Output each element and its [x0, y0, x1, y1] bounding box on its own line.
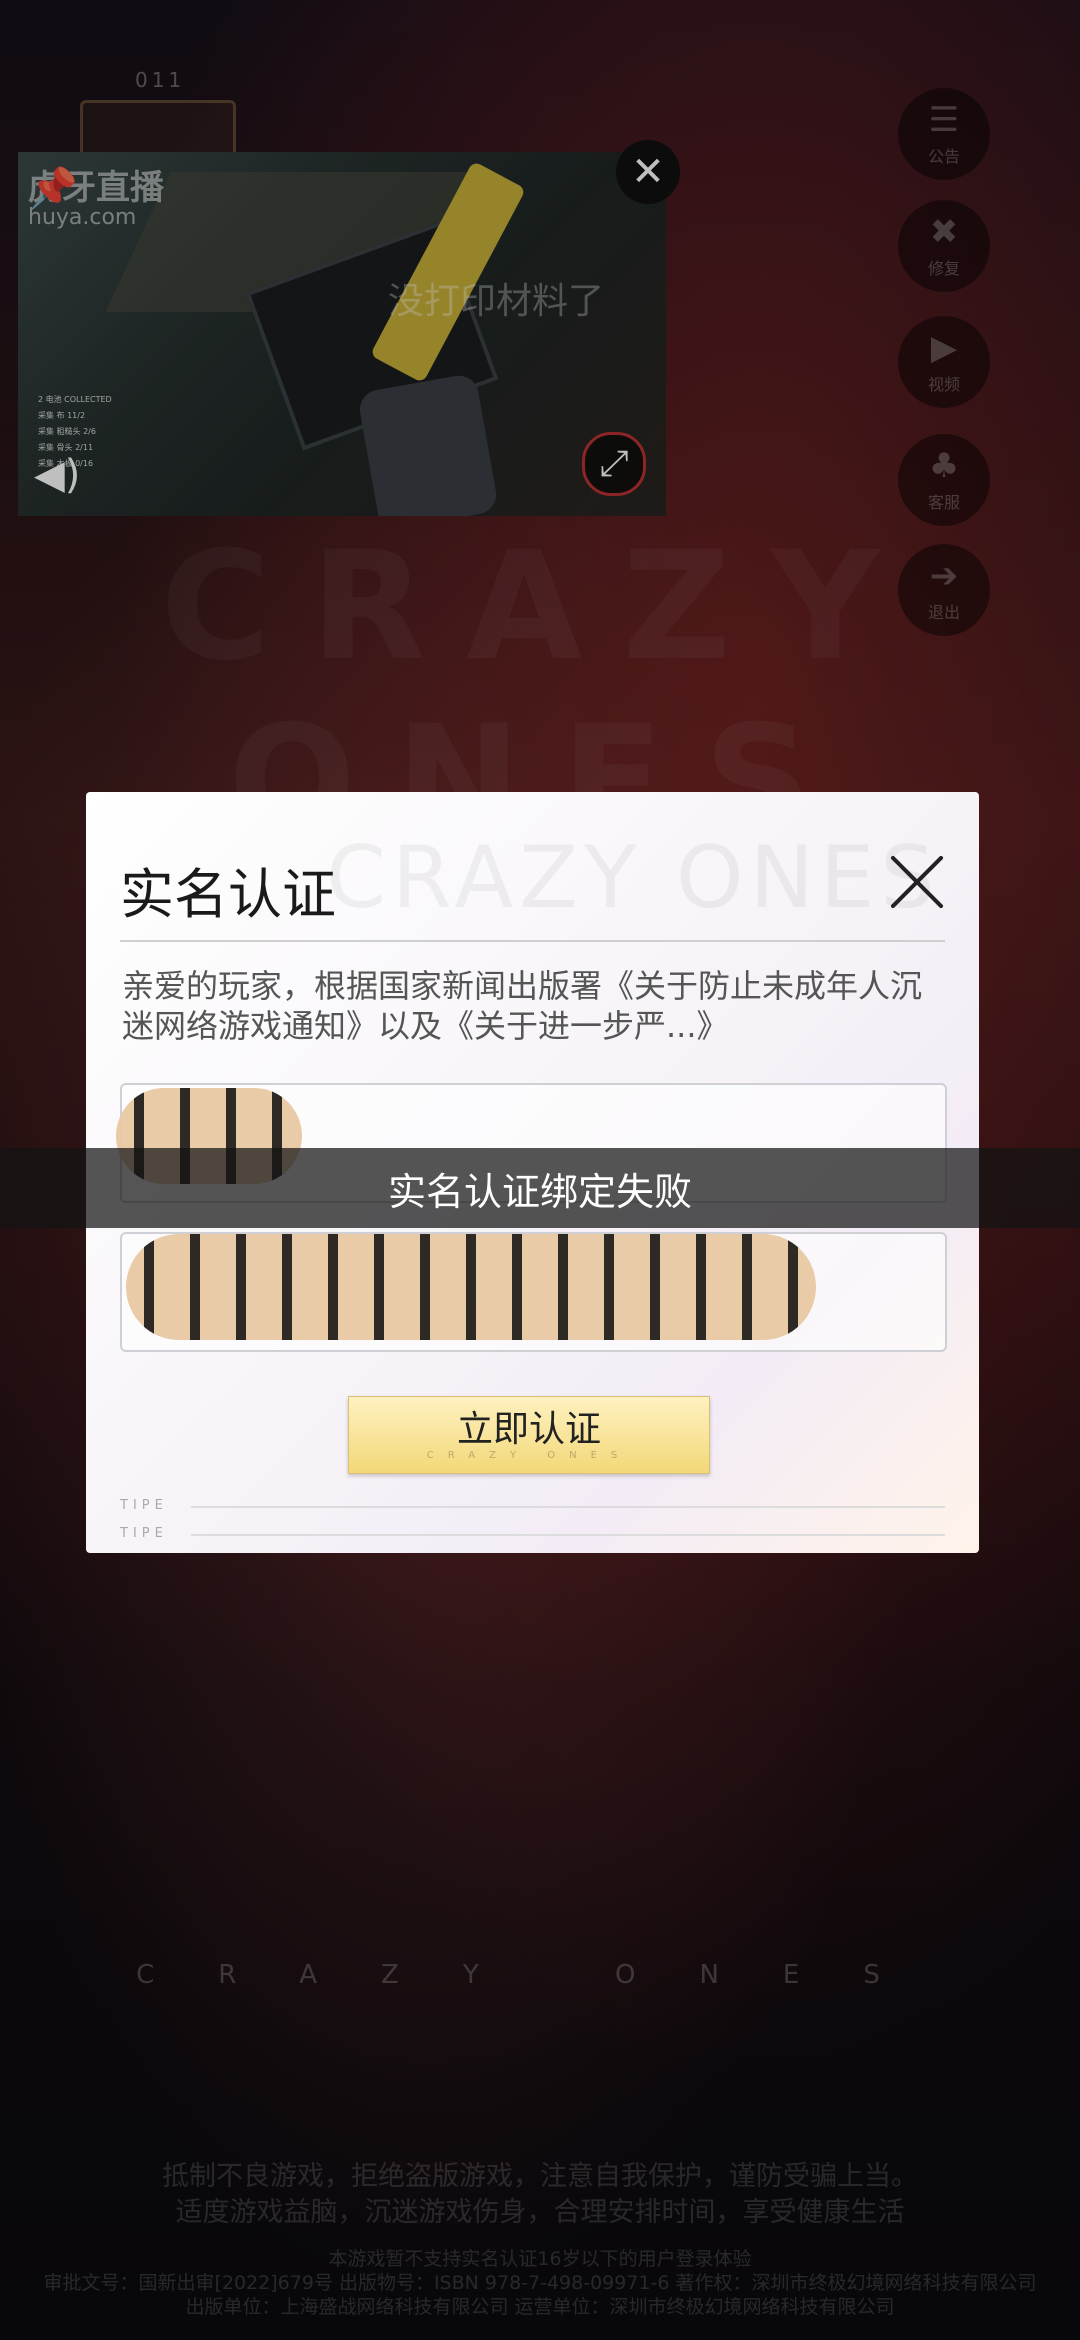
error-toast: 实名认证绑定失败 [0, 1148, 1080, 1228]
submit-verify-button[interactable]: 立即认证 CRAZY ONES [348, 1396, 710, 1474]
health-advice-line-1: 抵制不良游戏，拒绝盗版游戏，注意自我保护，谨防受骗上当。 [162, 2161, 918, 2192]
dialog-close-button[interactable] [887, 852, 947, 912]
tipe-label: TIPE [120, 1526, 168, 1541]
submit-sub-label: CRAZY ONES [426, 1449, 632, 1461]
age-notice: 本游戏暂不支持实名认证16岁以下的用户登录体验 [328, 2248, 752, 2270]
tipe-label: TIPE [120, 1498, 168, 1513]
dialog-watermark: CRAZY ONES [326, 828, 941, 928]
footer-brand: CRAZY ONES [136, 1960, 944, 1990]
submit-label: 立即认证 [456, 1408, 601, 1450]
dialog-notice-text: 亲爱的玩家，根据国家新闻出版署《关于防止未成年人沉迷网络游戏通知》以及《关于进一… [122, 967, 923, 1045]
title-divider [120, 940, 945, 942]
health-advice-line-2: 适度游戏益脑，沉迷游戏伤身，合理安排时间，享受健康生活 [175, 2197, 905, 2228]
tipe-divider [191, 1534, 945, 1536]
redaction-mark [126, 1234, 816, 1340]
dialog-title: 实名认证 [120, 863, 336, 926]
approval-info: 审批文号：国新出审[2022]679号 出版物号：ISBN 978-7-498-… [43, 2272, 1037, 2294]
publisher-info: 出版单位：上海盛战网络科技有限公司 运营单位：深圳市终极幻境网络科技有限公司 [185, 2296, 895, 2318]
tipe-divider [191, 1506, 945, 1508]
